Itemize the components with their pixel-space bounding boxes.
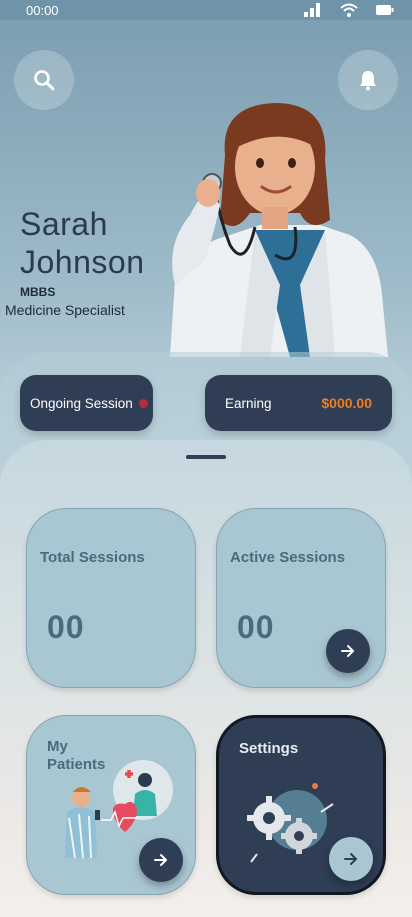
arrow-right-icon [154,854,167,866]
arrow-right-icon [344,853,357,865]
status-icons [304,3,394,17]
specialty: Medicine Specialist [5,302,125,318]
status-bar: 00:00 [0,0,412,20]
search-button[interactable] [14,50,74,110]
doctor-name: Sarah Johnson [20,205,180,281]
signal-icon [304,3,320,17]
search-icon [34,70,55,91]
total-sessions-card[interactable]: Total Sessions 00 [26,508,196,688]
arrow-right-icon [341,645,354,657]
status-time: 00:00 [26,3,59,18]
active-sessions-arrow-button[interactable] [326,629,370,673]
wifi-icon [340,3,358,17]
active-sessions-value: 00 [237,609,275,645]
total-sessions-title: Total Sessions [40,549,145,566]
settings-card[interactable]: Settings [216,715,386,895]
degree: MBBS [20,285,56,299]
doctor-avatar [170,103,388,357]
active-sessions-title: Active Sessions [230,549,346,566]
active-sessions-card[interactable]: Active Sessions 00 [216,508,386,688]
my-patients-card[interactable]: My Patients [26,715,196,895]
earning-value: $000.00 [321,395,372,411]
earning-button[interactable]: Earning $000.00 [205,375,392,431]
ongoing-session-button[interactable]: Ongoing Session [20,375,153,431]
sheet-handle[interactable] [186,455,226,459]
battery-icon [376,5,394,15]
settings-arrow-button[interactable] [329,837,373,881]
last-name: Johnson [20,244,145,280]
bell-icon [360,71,376,91]
my-patients-arrow-button[interactable] [139,838,183,882]
first-name: Sarah [20,206,108,242]
earning-label: Earning [225,395,272,411]
settings-title: Settings [239,740,299,757]
ongoing-session-label: Ongoing Session [30,395,133,411]
live-indicator-dot [138,398,148,408]
total-sessions-value: 00 [47,609,85,645]
